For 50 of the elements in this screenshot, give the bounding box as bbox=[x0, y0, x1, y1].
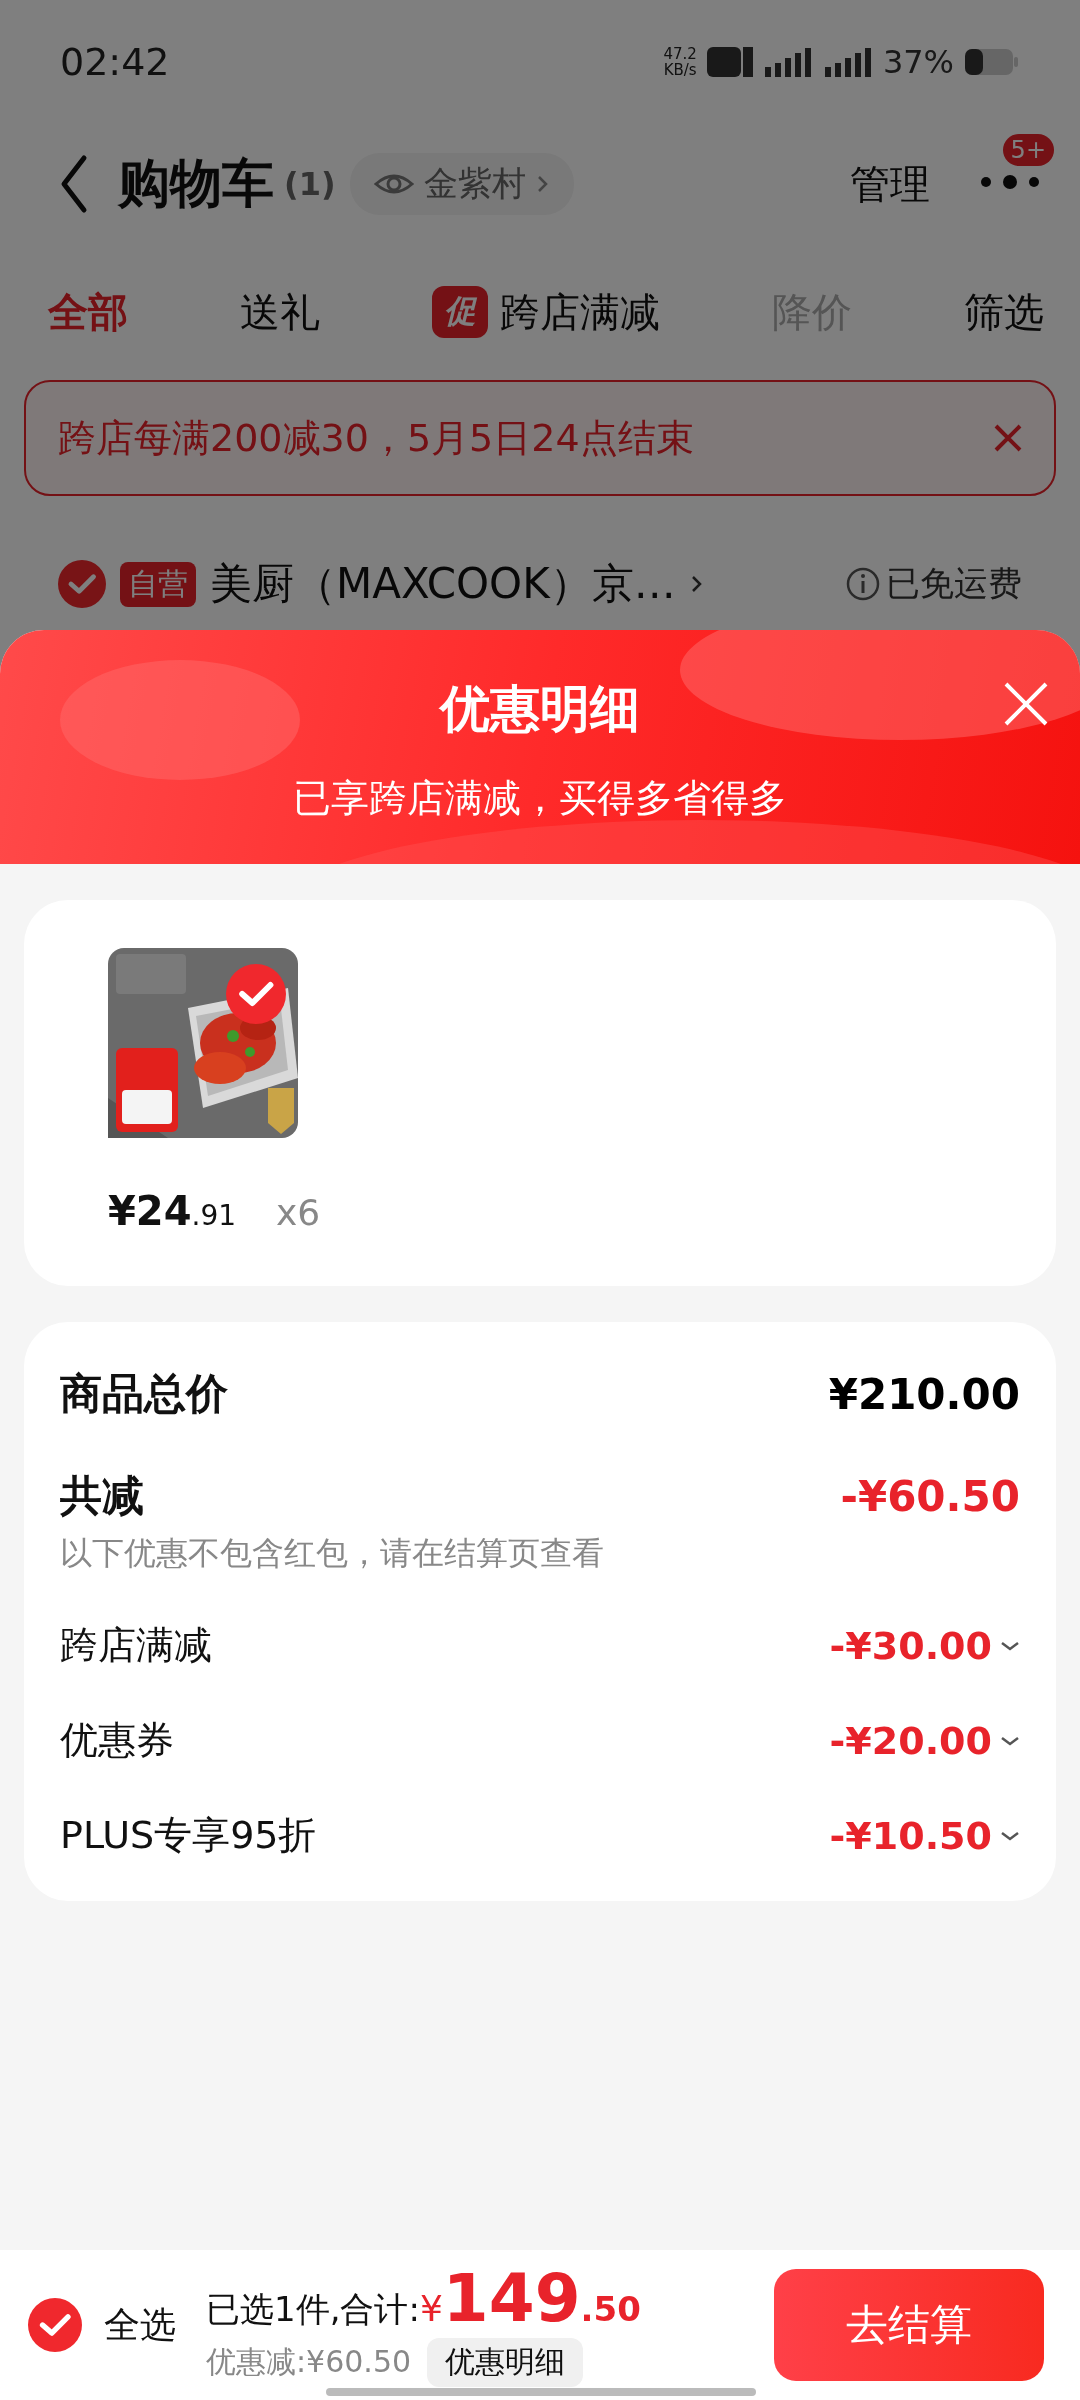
discount-amount: -¥60.50 bbox=[840, 1471, 1020, 1521]
close-icon[interactable] bbox=[992, 422, 1024, 454]
tab[interactable]: 全部 bbox=[48, 284, 128, 340]
clock: 02:42 bbox=[60, 40, 170, 84]
battery-icon bbox=[964, 46, 1020, 78]
promo-tag: 促 bbox=[432, 286, 488, 338]
item-quantity: x6 bbox=[276, 1192, 321, 1233]
discount-note: 以下优惠不包含红包，请在结算页查看 bbox=[60, 1533, 605, 1574]
discount-label: 优惠券 bbox=[60, 1717, 174, 1764]
discount-amount: -¥20.00 bbox=[829, 1718, 992, 1763]
store-tag: 自营 bbox=[120, 561, 196, 607]
discount-amount: -¥10.50 bbox=[829, 1813, 992, 1858]
notice-text: 跨店每满200减30，5月5日24点结束 bbox=[58, 414, 694, 462]
shop-checkbox[interactable] bbox=[58, 560, 106, 608]
chevron-right-icon bbox=[689, 574, 704, 594]
detail-button[interactable]: 优惠明细 bbox=[427, 2337, 584, 2387]
savings-text: 优惠减:¥60.50 bbox=[206, 2342, 412, 2381]
total-label: 商品总价 bbox=[60, 1368, 228, 1420]
info-icon bbox=[846, 567, 880, 601]
signal-icon bbox=[822, 45, 873, 79]
chevron-right-icon bbox=[535, 174, 550, 194]
notification-badge: 5+ bbox=[1002, 134, 1054, 166]
manage-button[interactable]: 管理 bbox=[850, 156, 930, 212]
tab[interactable]: 筛选 bbox=[964, 284, 1044, 340]
location-chip[interactable]: 金紫村 bbox=[349, 153, 574, 215]
discount-label: PLUS专享95折 bbox=[60, 1812, 317, 1859]
checkout-button[interactable]: 去结算 bbox=[774, 2269, 1044, 2381]
total-price: ¥149.50 bbox=[419, 2263, 641, 2334]
item-price: ¥24.91 bbox=[108, 1188, 237, 1234]
tab[interactable]: 促 跨店满减 bbox=[432, 284, 660, 340]
network-speed: 47.2 KB/s bbox=[663, 46, 697, 78]
selected-summary: 已选1件,合计: bbox=[206, 2287, 420, 2331]
shipping-text: 已免运费 bbox=[886, 562, 1022, 605]
battery-level: 37% bbox=[882, 43, 954, 81]
discount-label: 跨店满减 bbox=[60, 1622, 212, 1669]
discount-amount: -¥30.00 bbox=[829, 1623, 992, 1668]
more-icon[interactable] bbox=[980, 172, 1040, 192]
tab[interactable]: 送礼 bbox=[240, 284, 320, 340]
item-count: (1) bbox=[284, 165, 336, 203]
sheet-subtitle: 已享跨店满减，买得多省得多 bbox=[293, 775, 787, 822]
total-amount: ¥210.00 bbox=[828, 1369, 1020, 1419]
selected-checkbox[interactable] bbox=[226, 964, 286, 1024]
page-title: 购物车 bbox=[118, 152, 274, 215]
signal-icon bbox=[762, 45, 813, 79]
select-all-label[interactable]: 全选 bbox=[104, 2300, 176, 2350]
select-all-checkbox[interactable] bbox=[28, 2298, 82, 2352]
discount-label: 共减 bbox=[60, 1470, 144, 1522]
shop-name[interactable]: 美厨（MAXCOOK）京… bbox=[210, 556, 676, 612]
close-icon[interactable] bbox=[1002, 680, 1050, 728]
sheet-title: 优惠明细 bbox=[440, 679, 640, 740]
